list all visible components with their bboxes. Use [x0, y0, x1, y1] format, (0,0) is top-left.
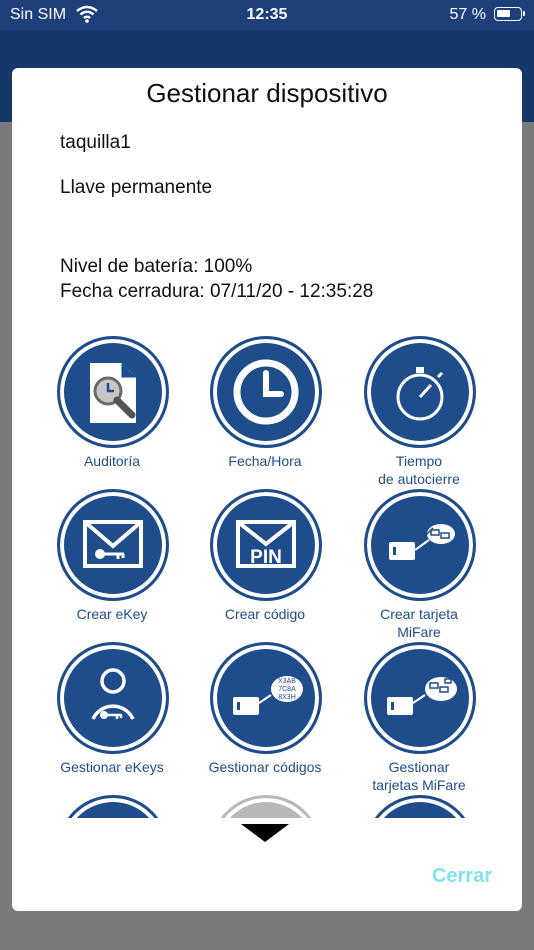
action-label: Crear eKey: [76, 606, 148, 622]
action-icon: [364, 795, 476, 818]
action-label: Tiempo de autocierre: [378, 453, 460, 487]
card-create-icon: [364, 489, 476, 601]
clock-icon: [210, 336, 322, 448]
svg-text:X3AB: X3AB: [278, 678, 296, 685]
action-label: Gestionar tarjetas MiFare: [372, 759, 466, 793]
action-partial-2[interactable]: [190, 795, 340, 818]
manage-device-dialog: Gestionar dispositivo taquilla1 Llave pe…: [12, 68, 522, 911]
battery-level: Nivel de batería: 100%: [60, 256, 253, 277]
action-manage-mifare-cards[interactable]: Gestionar tarjetas MiFare: [344, 642, 494, 793]
audit-icon: [57, 336, 169, 448]
lock-date: Fecha cerradura: 07/11/20 - 12:35:28: [60, 281, 374, 302]
action-icon: [210, 795, 322, 818]
close-button[interactable]: Cerrar: [432, 865, 492, 888]
battery-percent: 57 %: [449, 6, 486, 23]
action-auto-close-time[interactable]: Tiempo de autocierre: [344, 336, 494, 487]
scroll-down-arrow-icon[interactable]: [241, 824, 289, 842]
status-bar: Sin SIM 12:35 57 %: [0, 0, 534, 30]
key-type: Llave permanente: [60, 177, 213, 198]
envelope-pin-icon: PIN: [210, 489, 322, 601]
actions-grid[interactable]: Auditoría Fecha/Hora Tiempo de autocierr…: [32, 336, 502, 818]
action-label: Crear tarjeta MiFare: [380, 606, 458, 640]
action-label: Fecha/Hora: [228, 453, 302, 469]
action-create-code[interactable]: PIN Crear código: [190, 489, 340, 639]
action-audit[interactable]: Auditoría: [37, 336, 187, 486]
codes-manage-icon: X3AB 7C8A 8X3H: [210, 642, 322, 754]
action-label: Gestionar códigos: [208, 759, 322, 775]
action-create-ekey[interactable]: Crear eKey: [37, 489, 187, 639]
action-partial-3[interactable]: [344, 795, 494, 818]
action-label: Gestionar eKeys: [60, 759, 164, 775]
action-date-time[interactable]: Fecha/Hora: [190, 336, 340, 486]
action-icon: [57, 795, 169, 818]
envelope-key-icon: [57, 489, 169, 601]
action-manage-ekeys[interactable]: Gestionar eKeys: [37, 642, 187, 792]
action-manage-codes[interactable]: X3AB 7C8A 8X3H Gestionar códigos: [190, 642, 340, 792]
action-partial-1[interactable]: [37, 795, 187, 818]
svg-text:8X3H: 8X3H: [278, 694, 296, 701]
action-create-mifare-card[interactable]: Crear tarjeta MiFare: [344, 489, 494, 640]
action-label: Auditoría: [83, 453, 141, 469]
stopwatch-icon: [364, 336, 476, 448]
battery-icon: [494, 7, 525, 21]
user-key-icon: [57, 642, 169, 754]
device-name: taquilla1: [60, 132, 131, 153]
action-label: Crear código: [224, 606, 306, 622]
cards-manage-icon: [364, 642, 476, 754]
dialog-title: Gestionar dispositivo: [146, 78, 388, 108]
svg-text:PIN: PIN: [250, 547, 282, 568]
svg-text:7C8A: 7C8A: [278, 686, 296, 693]
